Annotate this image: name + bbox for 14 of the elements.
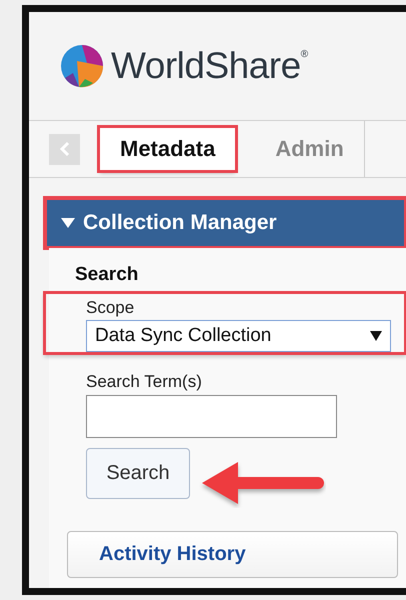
tab[interactable]: Metadata (100, 128, 236, 170)
section-header[interactable]: Collection Manager (45, 198, 406, 248)
logo-text: WorldShare$^{®}$ (111, 45, 308, 87)
caret-down-icon (370, 331, 382, 341)
search-button[interactable]: Search (86, 448, 190, 499)
search-terms-label: Search Term(s) (86, 372, 203, 392)
search-heading: Search (75, 264, 140, 286)
logo-icon (59, 43, 105, 89)
caret-down-icon (61, 218, 75, 228)
scope-label: Scope (86, 298, 136, 318)
activity-history-button[interactable]: Activity History (67, 531, 398, 578)
scope-dropdown[interactable]: Data Sync Collection (86, 320, 391, 352)
chevron-left-icon (58, 141, 70, 157)
search-terms-field[interactable] (86, 395, 337, 438)
